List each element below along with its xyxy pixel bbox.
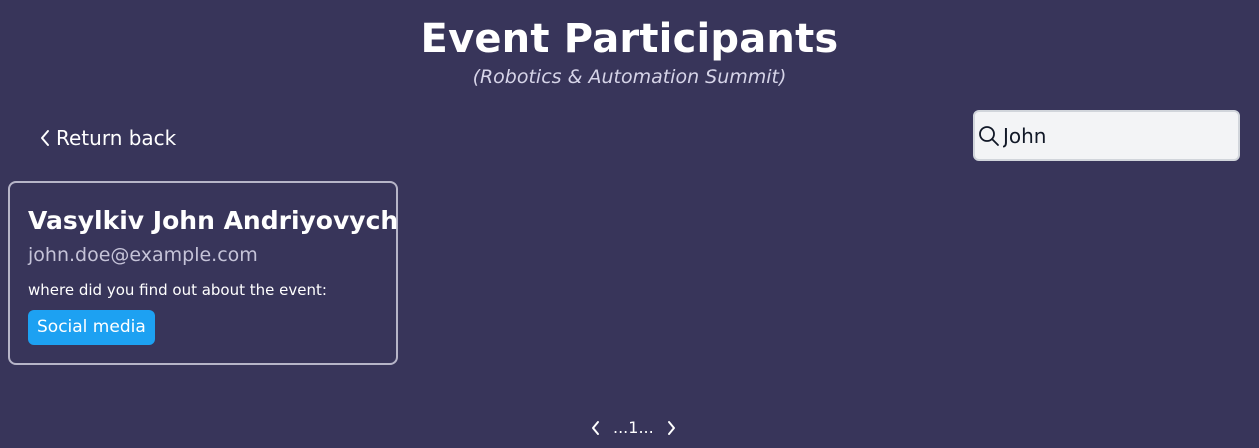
prev-page-button[interactable] <box>585 416 605 440</box>
event-subtitle: (Robotics & Automation Summit) <box>472 66 787 88</box>
search-icon <box>977 124 1001 148</box>
next-page-button[interactable] <box>662 416 682 440</box>
chevron-left-icon <box>38 127 52 149</box>
source-question: where did you find out about the event: <box>28 281 327 299</box>
return-back-label: Return back <box>56 126 177 150</box>
search-input[interactable] <box>1003 123 1228 148</box>
page-indicator: ...1... <box>613 418 654 437</box>
return-back-link[interactable]: Return back <box>38 124 176 152</box>
page-title: Event Participants <box>420 16 839 62</box>
chevron-right-icon <box>667 421 675 435</box>
pagination: ...1... <box>585 416 682 440</box>
chevron-left-icon <box>592 421 599 435</box>
participant-email: john.doe@example.com <box>28 244 258 266</box>
search-box[interactable] <box>973 110 1240 161</box>
participant-card: Vasylkiv John Andriyovych john.doe@examp… <box>8 181 398 365</box>
participant-name: Vasylkiv John Andriyovych <box>28 206 399 235</box>
source-answer-badge: Social media <box>28 310 155 345</box>
